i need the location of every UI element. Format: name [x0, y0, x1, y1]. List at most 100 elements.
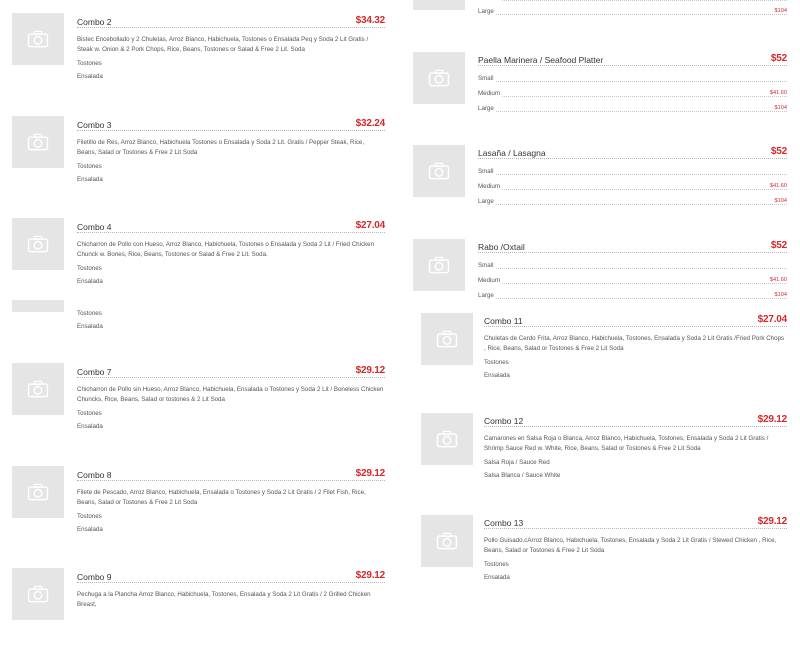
size-option-row[interactable]: Small [478, 75, 787, 85]
menu-item-image[interactable] [421, 515, 473, 567]
size-option-row[interactable]: Medium$41.60 [478, 183, 787, 193]
size-option-row[interactable]: Small [478, 168, 787, 178]
camera-icon [27, 30, 49, 48]
camera-icon [428, 69, 450, 87]
menu-item-content: Combo 3 $32.24 Filetillo de Res, Arroz Bla… [77, 118, 385, 183]
menu-item-image[interactable] [413, 239, 465, 291]
menu-item-title[interactable]: Combo 8 [77, 470, 115, 480]
size-option-name: Large [478, 105, 496, 112]
menu-item-image[interactable] [12, 116, 64, 168]
dotted-leader [478, 111, 787, 112]
option-label[interactable]: Ensalada [77, 323, 385, 330]
option-label[interactable]: Ensalada [77, 278, 385, 285]
size-option-row[interactable]: Large $104 [478, 198, 787, 208]
menu-item-title[interactable]: Lasaña / Lasagna [478, 148, 549, 158]
menu-item-image[interactable] [413, 0, 465, 10]
menu-item[interactable]: Combo 13 $29.12 Pollo Guisado,cArroz Blanc… [421, 508, 787, 598]
size-option-row[interactable]: Large $104 [478, 292, 787, 302]
menu-item-content: Combo 12 $29.12 Camarones en Salsa Roja o … [484, 414, 787, 479]
menu-item-title[interactable]: Rabo /Oxtail [478, 242, 528, 252]
option-label[interactable]: Tostones [77, 60, 385, 67]
menu-item[interactable]: Rabo /Oxtail $52 Small Medium $41.60 Large $10… [413, 232, 787, 312]
menu-item-title[interactable]: Combo 2 [77, 17, 115, 27]
option-label[interactable]: Ensalada [77, 526, 385, 533]
menu-item-title[interactable]: Combo 7 [77, 367, 115, 377]
option-label[interactable]: Ensalada [484, 574, 787, 581]
menu-item-image[interactable] [421, 313, 473, 365]
menu-item-header: Combo 3 $32.24 [77, 118, 385, 134]
menu-item-price: $29.12 [352, 468, 385, 479]
size-option-row[interactable]: Small [478, 262, 787, 272]
option-label[interactable]: Tostones [77, 265, 385, 272]
menu-item[interactable]: Combo 9 $29.12 Pechuga a la Plancha Arroz … [12, 560, 385, 650]
menu-item-image[interactable] [12, 363, 64, 415]
menu-item-image[interactable] [413, 145, 465, 197]
size-option-price: $41.60 [767, 90, 787, 96]
option-label[interactable]: Tostones [77, 513, 385, 520]
option-label[interactable]: Salsa Roja / Sauce Red [484, 459, 787, 466]
size-option-price: $104 [772, 198, 787, 204]
menu-item-title[interactable]: Combo 9 [77, 572, 115, 582]
menu-item-price: $29.12 [352, 570, 385, 581]
menu-item-header: Combo 7 $29.12 [77, 365, 385, 381]
size-option-row[interactable]: Medium$41.60 [478, 277, 787, 287]
menu-item-content: Tostones Ensalada [77, 304, 385, 330]
menu-item[interactable]: Paella Marinera / Seafood Platter $52 Smal… [413, 45, 787, 125]
option-label[interactable]: Tostones [77, 410, 385, 417]
camera-icon [436, 532, 458, 550]
menu-item-title[interactable]: Combo 3 [77, 120, 115, 130]
menu-item-image[interactable] [12, 13, 64, 65]
size-option-row[interactable]: Large $104 [478, 105, 787, 115]
menu-item[interactable]: Lasaña / Lasagna $52 Small Medium $41.60 Larg… [413, 138, 787, 218]
camera-icon [436, 430, 458, 448]
size-option-row[interactable]: Medium$41.60 [478, 0, 787, 4]
menu-item-title[interactable]: Combo 13 [484, 518, 527, 528]
menu-item-image[interactable] [12, 568, 64, 620]
camera-icon [27, 483, 49, 501]
option-label[interactable]: Ensalada [77, 73, 385, 80]
dotted-leader [77, 27, 385, 28]
menu-item[interactable]: Combo 7 $29.12 Chicharron de Pollo sin Hue… [12, 355, 385, 445]
menu-item-image[interactable] [421, 413, 473, 465]
option-label[interactable]: Ensalada [77, 423, 385, 430]
menu-item-header: Combo 12 $29.12 [484, 414, 787, 430]
menu-item-title[interactable]: Combo 12 [484, 416, 527, 426]
option-label[interactable]: Tostones [484, 359, 787, 366]
menu-item-title[interactable]: Combo 4 [77, 222, 115, 232]
menu-item-image[interactable] [12, 466, 64, 518]
option-label[interactable]: Salsa Blanca / Sauce White [484, 472, 787, 479]
menu-item-header: Paella Marinera / Seafood Platter $52 [478, 53, 787, 69]
menu-item-image[interactable] [12, 300, 64, 312]
dotted-leader [77, 130, 385, 131]
size-option-name: Large [478, 198, 496, 205]
menu-item[interactable]: Combo 2 $34.32 Bistec Encebollado y 2 Chul… [12, 5, 385, 95]
menu-item[interactable]: Combo 4 $27.04 Chicharron de Pollo con Hue… [12, 210, 385, 300]
camera-icon [428, 256, 450, 274]
menu-item-header: Lasaña / Lasagna $52 [478, 146, 787, 162]
dotted-leader [77, 582, 385, 583]
menu-item[interactable]: Combo 3 $32.24 Filetillo de Res, Arroz Bla… [12, 108, 385, 198]
menu-item[interactable]: Combo 12 $29.12 Camarones en Salsa Roja o … [421, 406, 787, 496]
size-option-row[interactable]: Large $104 [478, 8, 787, 18]
menu-item-title[interactable]: Paella Marinera / Seafood Platter [478, 55, 607, 65]
menu-item-image[interactable] [413, 52, 465, 104]
dotted-leader [478, 0, 787, 1]
menu-item[interactable]: Combo 11 $27.04 Chuletas de Cerdo Frita, A… [421, 306, 787, 396]
option-label[interactable]: Ensalada [484, 372, 787, 379]
dotted-leader [478, 174, 787, 175]
option-label[interactable]: Tostones [484, 561, 787, 568]
size-option-row[interactable]: Medium$41.60 [478, 90, 787, 100]
size-option-price: $41.60 [767, 277, 787, 283]
menu-item-description: Bistec Encebollado y 2 Chuletas, Arroz B… [77, 36, 369, 53]
menu-item-price: $32.24 [352, 118, 385, 129]
menu-item-image[interactable] [12, 218, 64, 270]
dotted-leader [478, 204, 787, 205]
menu-item-price: $29.12 [352, 365, 385, 376]
size-option-price: $104 [772, 292, 787, 298]
menu-item-description: Filete de Pescado, Arroz Blanco, Habichu… [77, 489, 366, 506]
menu-item[interactable]: Combo 8 $29.12 Filete de Pescado, Arroz Bl… [12, 458, 385, 548]
option-label[interactable]: Tostones [77, 310, 385, 317]
option-label[interactable]: Tostones [77, 163, 385, 170]
option-label[interactable]: Ensalada [77, 176, 385, 183]
menu-item-title[interactable]: Combo 11 [484, 316, 526, 326]
